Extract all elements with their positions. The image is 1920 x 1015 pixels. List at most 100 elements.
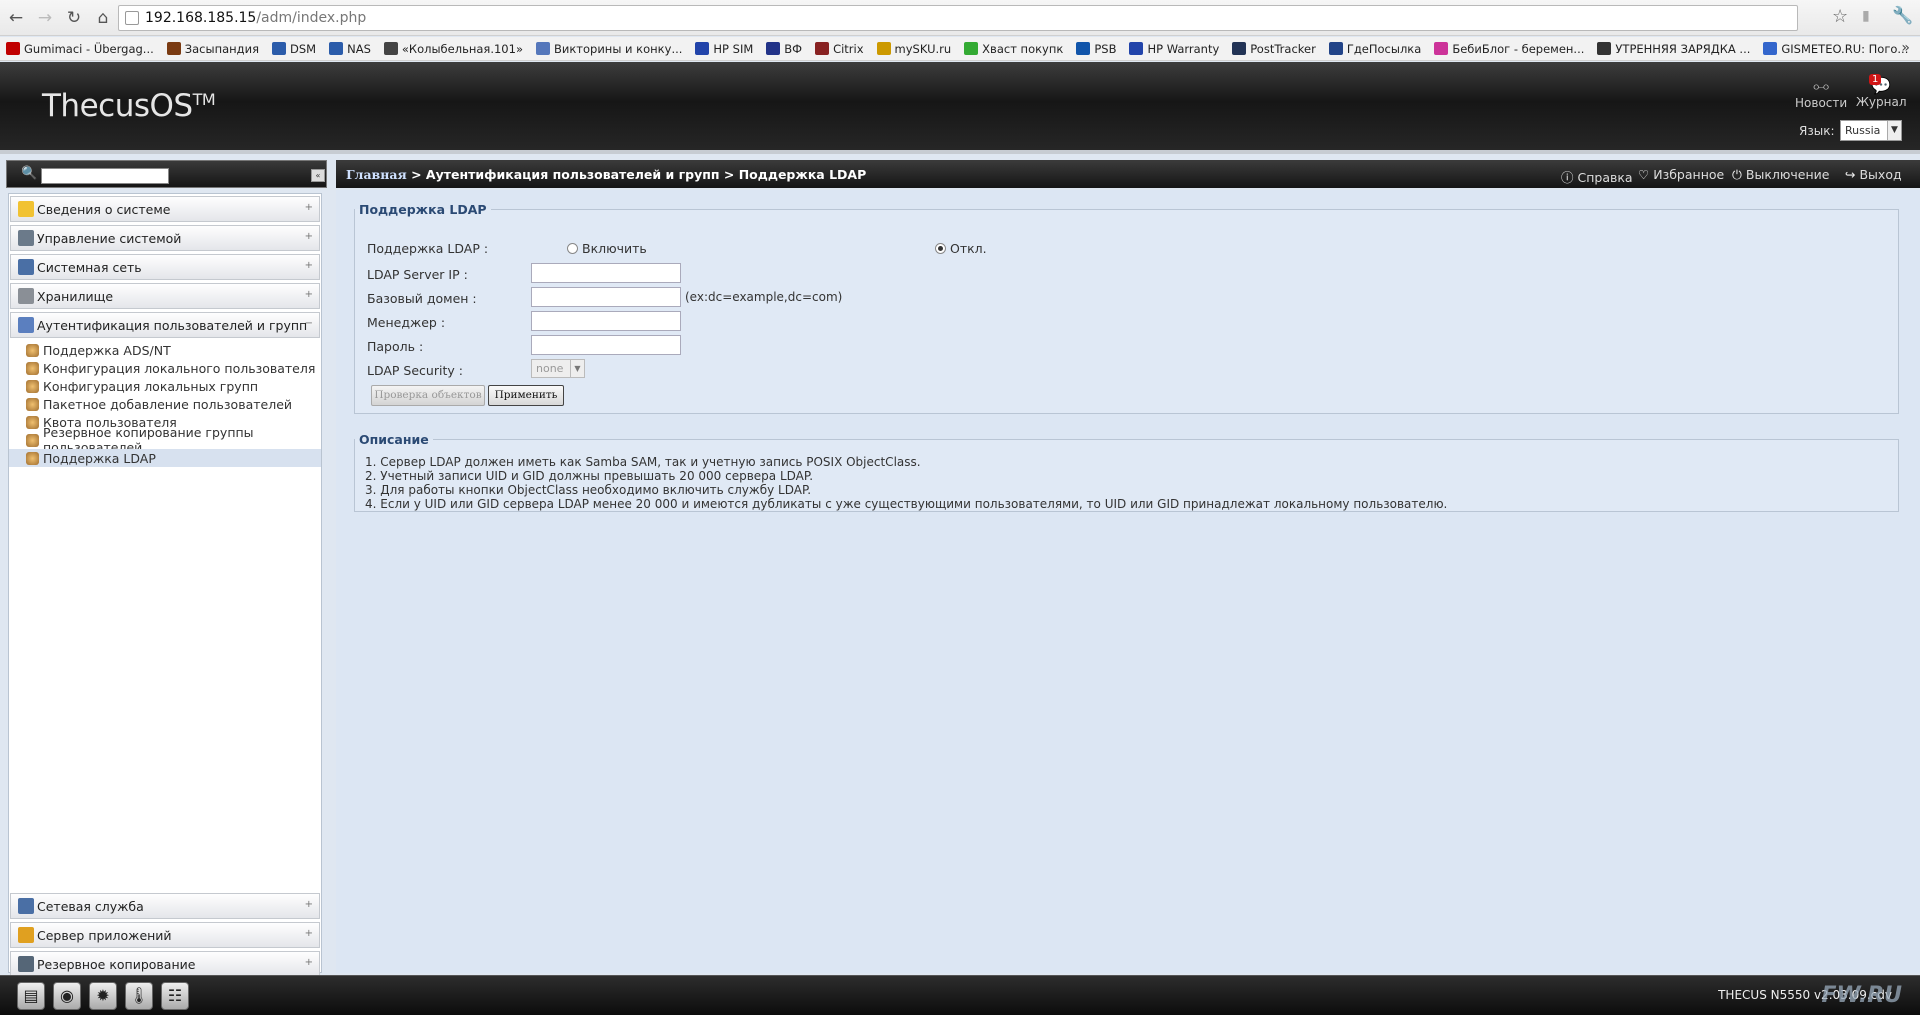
wrench-icon[interactable]: 🔧: [1892, 6, 1913, 26]
manager-input[interactable]: [531, 311, 681, 331]
help-button[interactable]: ⓘ Справка: [1561, 167, 1633, 186]
network-icon[interactable]: ☷: [161, 982, 189, 1010]
base-domain-hint: (ex:dc=example,dc=com): [685, 290, 843, 304]
journal-button[interactable]: 💬 Журнал: [1856, 76, 1907, 109]
sidebar-category[interactable]: Сервер приложений +: [10, 922, 320, 948]
bookmark-item[interactable]: ВФ: [766, 42, 802, 56]
breadcrumb-home[interactable]: Главная: [346, 167, 407, 182]
bookmark-favicon-icon: [329, 42, 344, 55]
expand-toggle-icon[interactable]: +: [305, 899, 313, 910]
enable-radio[interactable]: [567, 243, 578, 254]
sidebar-search-input[interactable]: [41, 168, 169, 184]
bookmark-item[interactable]: Citrix: [815, 42, 864, 56]
address-bar[interactable]: 192.168.185.15/adm/index.php: [118, 5, 1798, 31]
sidebar-category[interactable]: Резервное копирование +: [10, 951, 320, 977]
bookmarks-overflow-icon[interactable]: »: [1901, 40, 1910, 56]
description-line: 4. Если у UID или GID сервера LDAP менее…: [365, 497, 1448, 511]
language-select[interactable]: Russia ▼: [1840, 120, 1902, 141]
fan-icon[interactable]: ✹: [89, 982, 117, 1010]
check-objects-button[interactable]: Проверка объектов: [371, 385, 485, 406]
sidebar-category[interactable]: Хранилище +: [10, 283, 320, 309]
bookmarks-bar: Gumimaci - Übergag... Засыпандия DSM NAS «Ко…: [0, 37, 1920, 61]
logout-button[interactable]: ↪ Выход: [1845, 167, 1902, 182]
sidebar-subitem[interactable]: Пакетное добавление пользователей: [9, 395, 321, 413]
expand-toggle-icon[interactable]: +: [305, 957, 313, 968]
logout-icon: ↪: [1845, 167, 1856, 182]
sidebar-subitem[interactable]: Поддержка ADS/NT: [9, 341, 321, 359]
help-icon: ⓘ: [1561, 170, 1574, 185]
sidebar: 🔍 « Сведения о системе + Управление систем…: [0, 158, 330, 1006]
collapse-sidebar-icon[interactable]: «: [311, 169, 325, 182]
bookmark-favicon-icon: [1763, 42, 1778, 55]
description-line: 1. Сервер LDAP должен иметь как Samba SA…: [365, 455, 921, 469]
sidebar-category[interactable]: Системная сеть +: [10, 254, 320, 280]
bookmark-item[interactable]: NAS: [329, 42, 371, 56]
bookmark-favicon-icon: [1328, 42, 1343, 55]
breadcrumb-bar: Главная > Аутентификация пользователей и…: [336, 160, 1920, 188]
password-input[interactable]: [531, 335, 681, 355]
forward-icon[interactable]: →: [32, 5, 58, 31]
category-label: Резервное копирование: [37, 956, 196, 972]
bookmark-favicon-icon: [695, 42, 710, 55]
star-icon[interactable]: ☆: [1832, 6, 1848, 27]
ldap-disable-option[interactable]: Откл.: [935, 241, 987, 256]
bookmark-item[interactable]: PostTracker: [1232, 42, 1316, 56]
apply-button[interactable]: Применить: [488, 385, 564, 406]
language-label: Язык:: [1799, 124, 1835, 138]
disk-icon[interactable]: ◉: [53, 982, 81, 1010]
expand-toggle-icon[interactable]: +: [305, 231, 313, 242]
bookmark-item[interactable]: HP Warranty: [1129, 42, 1219, 56]
server-ip-input[interactable]: [531, 263, 681, 283]
thecus-logo: ThecusOSTM: [42, 88, 216, 124]
ldap-support-label: Поддержка LDAP :: [367, 241, 489, 256]
language-value: Russia: [1845, 124, 1881, 137]
expand-toggle-icon[interactable]: −: [305, 318, 313, 329]
sidebar-subitem[interactable]: Поддержка LDAP: [9, 449, 321, 467]
thermometer-icon[interactable]: 🌡: [125, 982, 153, 1010]
category-icon: [18, 259, 34, 275]
expand-toggle-icon[interactable]: +: [305, 260, 313, 271]
category-icon: [18, 317, 34, 333]
sidebar-subitem[interactable]: Конфигурация локальных групп: [9, 377, 321, 395]
bookmark-item[interactable]: mySKU.ru: [876, 42, 951, 56]
system-status-icon[interactable]: ▤: [17, 982, 45, 1010]
sidebar-subitem[interactable]: Конфигурация локального пользователя: [9, 359, 321, 377]
bookmark-label: «Колыбельная.101»: [401, 41, 523, 56]
sidebar-category[interactable]: Управление системой +: [10, 225, 320, 251]
home-icon[interactable]: ⌂: [90, 5, 116, 31]
sidebar-category[interactable]: Сведения о системе +: [10, 196, 320, 222]
back-icon[interactable]: ←: [3, 5, 29, 31]
expand-toggle-icon[interactable]: +: [305, 928, 313, 939]
sidebar-category[interactable]: Сетевая служба +: [10, 893, 320, 919]
bookmark-item[interactable]: «Колыбельная.101»: [383, 41, 523, 56]
bookmark-item[interactable]: GISMETEO.RU: Пого...: [1763, 42, 1908, 56]
bookmark-item[interactable]: ГдеПосылка: [1328, 42, 1421, 56]
bookmark-item[interactable]: Викторины и конку...: [535, 42, 682, 56]
search-icon: 🔍: [21, 166, 38, 181]
sidebar-category[interactable]: Аутентификация пользователей и групп −: [10, 312, 320, 338]
disable-radio[interactable]: [935, 243, 946, 254]
favorites-button[interactable]: ♡ Избранное: [1638, 167, 1724, 182]
security-select[interactable]: none ▼: [531, 359, 585, 378]
shutdown-button[interactable]: ⏻ Выключение: [1732, 167, 1829, 183]
ldap-settings-panel: Поддержка LDAP Поддержка LDAP : Включить…: [354, 202, 1899, 414]
expand-toggle-icon[interactable]: +: [305, 202, 313, 213]
bookmark-favicon-icon: [383, 42, 398, 55]
bookmark-item[interactable]: БебиБлог - беремен...: [1434, 42, 1584, 56]
bookmark-item[interactable]: Gumimaci - Übergag...: [6, 42, 154, 56]
bookmark-item[interactable]: HP SIM: [695, 42, 753, 56]
base-domain-input[interactable]: [531, 287, 681, 307]
sidebar-subitem[interactable]: Резервное копирование группы пользовател…: [9, 425, 321, 455]
reload-icon[interactable]: ↻: [61, 5, 87, 31]
description-line: 2. Учетный записи UID и GID должны превы…: [365, 469, 814, 483]
bookmark-item[interactable]: УТРЕННЯЯ ЗАРЯДКА ...: [1597, 42, 1750, 56]
bookmark-favicon-icon: [166, 42, 181, 55]
news-button[interactable]: ⧟ Новости: [1795, 76, 1847, 110]
expand-toggle-icon[interactable]: +: [305, 289, 313, 300]
bookmark-item[interactable]: Хваст покупк: [964, 42, 1063, 56]
bookmark-item[interactable]: Засыпандия: [166, 42, 259, 56]
ldap-enable-option[interactable]: Включить: [567, 241, 647, 256]
bookmark-item[interactable]: DSM: [272, 42, 316, 56]
bookmark-item[interactable]: PSB: [1076, 42, 1116, 56]
bookmark-label: PostTracker: [1250, 41, 1316, 56]
